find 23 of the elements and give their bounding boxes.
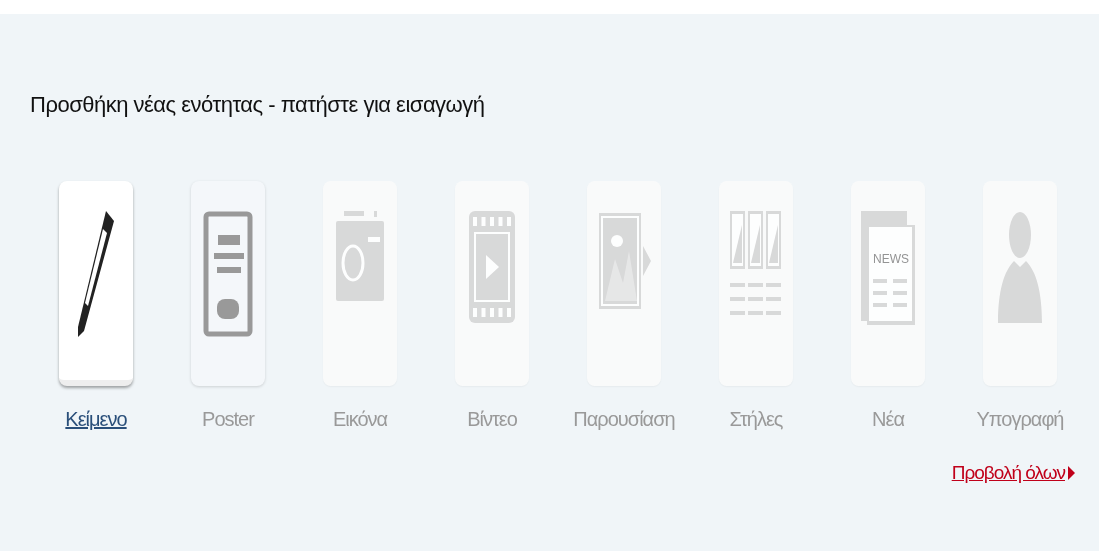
section-tile[interactable] [191, 181, 265, 386]
section-link[interactable]: Εικόνα [332, 404, 388, 434]
poster-icon [203, 211, 253, 337]
section-link[interactable]: Παρουσίαση [573, 404, 675, 434]
section-tile[interactable] [587, 181, 661, 386]
section-link[interactable]: Υπογραφή [976, 404, 1064, 434]
section-tile[interactable] [719, 181, 793, 386]
section-tile[interactable]: NEWS [851, 181, 925, 386]
film-icon [469, 211, 515, 323]
section-link[interactable]: Στήλες [729, 404, 783, 434]
section-tile[interactable] [455, 181, 529, 386]
section-tile[interactable] [323, 181, 397, 386]
section-tile[interactable] [59, 181, 133, 386]
section-link[interactable]: Κείμενο [65, 404, 127, 434]
slideshow-icon [597, 211, 651, 311]
section-link[interactable]: Βίντεο [467, 404, 517, 434]
view-all-link[interactable]: Προβολή όλων [951, 459, 1065, 488]
section-tile[interactable] [983, 181, 1057, 386]
section-heading: Προσθήκη νέας ενότητας - πατήστε για εισαγωγή [30, 91, 486, 119]
person-icon [998, 211, 1042, 323]
caret-icon [1068, 466, 1075, 481]
section-link[interactable]: Poster [202, 404, 254, 434]
section-link[interactable]: Νέα [872, 404, 904, 434]
